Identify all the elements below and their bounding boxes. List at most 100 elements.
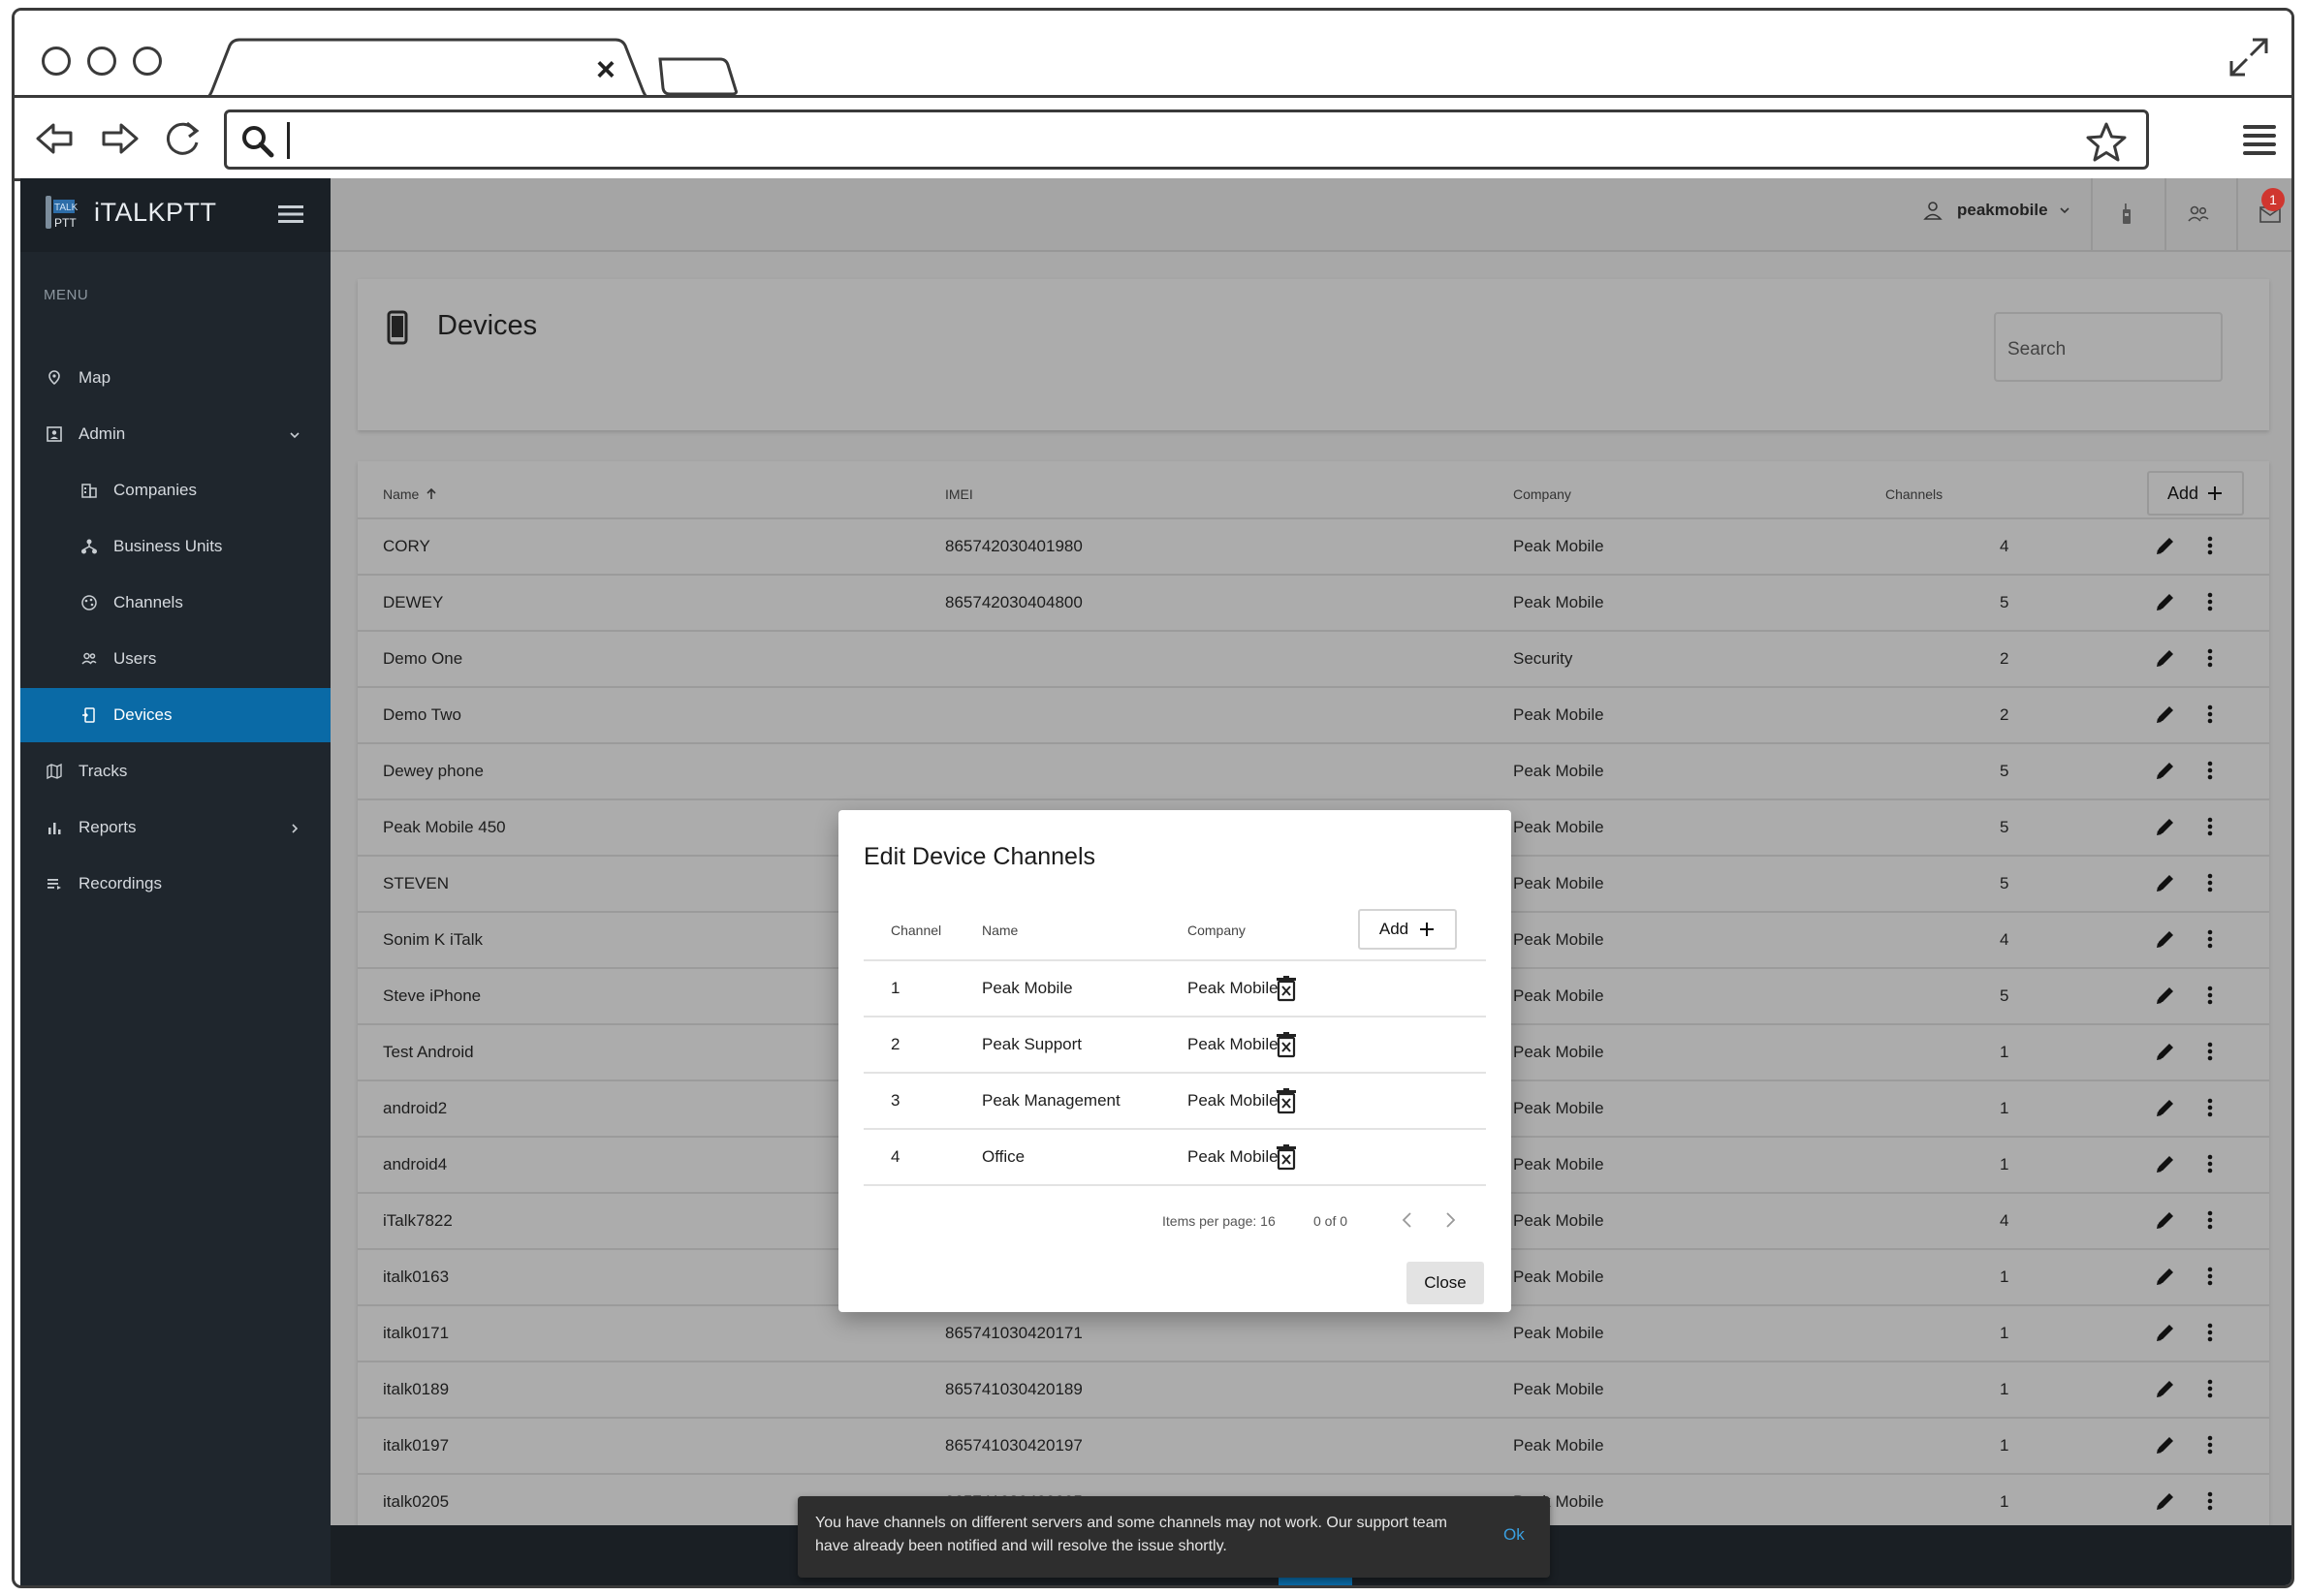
sidebar-toggle-icon[interactable] <box>278 203 303 225</box>
edit-pencil-icon[interactable] <box>2153 1095 2178 1120</box>
more-vertical-icon[interactable] <box>2197 1151 2223 1176</box>
sidebar-item-map[interactable]: Map <box>20 351 331 405</box>
edit-pencil-icon[interactable] <box>2153 758 2178 783</box>
edit-pencil-icon[interactable] <box>2153 1151 2178 1176</box>
admin-icon <box>47 426 62 442</box>
more-vertical-icon[interactable] <box>2197 645 2223 671</box>
user-menu[interactable]: peakmobile <box>1922 200 2071 221</box>
expand-icon[interactable] <box>2227 36 2270 78</box>
reload-icon[interactable] <box>162 117 205 160</box>
table-row[interactable]: Demo Two Peak Mobile 2 <box>358 686 2269 742</box>
edit-pencil-icon[interactable] <box>2153 645 2178 671</box>
sidebar-item-admin[interactable]: Admin <box>20 407 331 461</box>
table-row[interactable]: Dewey phone Peak Mobile 5 <box>358 742 2269 798</box>
table-row[interactable]: italk0171 865741030420171 Peak Mobile 1 <box>358 1304 2269 1361</box>
search-input[interactable]: Search <box>1994 312 2223 382</box>
cell-name: android4 <box>383 1155 448 1174</box>
more-vertical-icon[interactable] <box>2197 1264 2223 1289</box>
sidebar-item-channels[interactable]: Channels <box>20 576 331 630</box>
column-header-name[interactable]: Name <box>383 486 438 502</box>
delete-trash-icon[interactable] <box>1275 975 1298 1002</box>
close-button[interactable]: Close <box>1406 1262 1484 1304</box>
more-vertical-icon[interactable] <box>2197 758 2223 783</box>
sidebar-item-companies[interactable]: Companies <box>20 463 331 517</box>
cell-channels: 1 <box>2000 1267 2009 1286</box>
more-vertical-icon[interactable] <box>2197 1376 2223 1401</box>
new-tab-icon[interactable] <box>656 55 743 98</box>
window-maximize-dot[interactable] <box>133 47 162 76</box>
back-arrow-icon[interactable] <box>34 117 77 160</box>
add-channel-button[interactable]: Add <box>1358 909 1457 950</box>
snackbar-ok-button[interactable]: Ok <box>1503 1525 1525 1545</box>
delete-trash-icon[interactable] <box>1275 1031 1298 1058</box>
more-vertical-icon[interactable] <box>2197 1039 2223 1064</box>
previous-page-icon[interactable] <box>1397 1209 1418 1231</box>
more-vertical-icon[interactable] <box>2197 870 2223 895</box>
table-row[interactable]: italk0189 865741030420189 Peak Mobile 1 <box>358 1361 2269 1417</box>
more-vertical-icon[interactable] <box>2197 814 2223 839</box>
page-header-card: Devices Search <box>358 279 2269 430</box>
edit-pencil-icon[interactable] <box>2153 1264 2178 1289</box>
table-row[interactable]: Demo One Security 2 <box>358 630 2269 686</box>
edit-pencil-icon[interactable] <box>2153 814 2178 839</box>
edit-pencil-icon[interactable] <box>2153 1039 2178 1064</box>
more-vertical-icon[interactable] <box>2197 1432 2223 1457</box>
bookmark-star-icon[interactable] <box>2084 120 2129 165</box>
forward-arrow-icon[interactable] <box>98 117 141 160</box>
sidebar-item-recordings[interactable]: Recordings <box>20 857 331 911</box>
cell-company: Peak Mobile <box>1513 930 1604 949</box>
edit-pencil-icon[interactable] <box>2153 926 2178 952</box>
window-close-dot[interactable] <box>42 47 71 76</box>
table-row[interactable]: italk0197 865741030420197 Peak Mobile 1 <box>358 1417 2269 1473</box>
more-vertical-icon[interactable] <box>2197 533 2223 558</box>
building-icon <box>81 484 97 498</box>
sidebar-item-business-units[interactable]: Business Units <box>20 519 331 574</box>
items-per-page[interactable]: Items per page: 16 <box>1162 1213 1276 1229</box>
cell-name: Steve iPhone <box>383 986 482 1005</box>
next-page-icon[interactable] <box>1439 1209 1461 1231</box>
more-vertical-icon[interactable] <box>2197 926 2223 952</box>
sidebar-item-reports[interactable]: Reports <box>20 800 331 855</box>
delete-trash-icon[interactable] <box>1275 1143 1298 1171</box>
cell-imei: 865742030404800 <box>945 593 1083 611</box>
radio-device-icon[interactable] <box>2114 202 2139 227</box>
channel-row: 1 Peak Mobile Peak Mobile <box>864 959 1486 1016</box>
more-vertical-icon[interactable] <box>2197 1488 2223 1514</box>
edit-pencil-icon[interactable] <box>2153 983 2178 1008</box>
edit-pencil-icon[interactable] <box>2153 870 2178 895</box>
more-vertical-icon[interactable] <box>2197 1207 2223 1233</box>
sidebar-item-devices[interactable]: Devices <box>20 688 331 742</box>
cell-channels: 1 <box>2000 1492 2009 1511</box>
cell-channels: 5 <box>2000 593 2009 611</box>
edit-pencil-icon[interactable] <box>2153 1376 2178 1401</box>
browser-menu-icon[interactable] <box>2239 119 2280 160</box>
divider <box>2236 178 2238 252</box>
sidebar-item-tracks[interactable]: Tracks <box>20 744 331 798</box>
edit-pencil-icon[interactable] <box>2153 1320 2178 1345</box>
delete-trash-icon[interactable] <box>1275 1087 1298 1114</box>
bar-chart-icon <box>48 823 61 834</box>
column-header-channels[interactable]: Channels <box>1885 486 1943 502</box>
more-vertical-icon[interactable] <box>2197 702 2223 727</box>
more-vertical-icon[interactable] <box>2197 1095 2223 1120</box>
edit-pencil-icon[interactable] <box>2153 1207 2178 1233</box>
edit-pencil-icon[interactable] <box>2153 1432 2178 1457</box>
address-bar[interactable] <box>224 110 2149 170</box>
cell-name: Office <box>982 1147 1026 1166</box>
column-header-company[interactable]: Company <box>1513 486 1571 502</box>
sidebar-item-users[interactable]: Users <box>20 632 331 686</box>
column-header-imei[interactable]: IMEI <box>945 486 973 502</box>
edit-pencil-icon[interactable] <box>2153 702 2178 727</box>
table-row[interactable]: CORY 865742030401980 Peak Mobile 4 <box>358 517 2269 574</box>
table-row[interactable]: DEWEY 865742030404800 Peak Mobile 5 <box>358 574 2269 630</box>
more-vertical-icon[interactable] <box>2197 589 2223 614</box>
edit-pencil-icon[interactable] <box>2153 589 2178 614</box>
users-icon[interactable] <box>2186 202 2211 227</box>
tab-close-icon[interactable]: × <box>596 53 616 86</box>
more-vertical-icon[interactable] <box>2197 1320 2223 1345</box>
edit-pencil-icon[interactable] <box>2153 533 2178 558</box>
window-minimize-dot[interactable] <box>87 47 116 76</box>
more-vertical-icon[interactable] <box>2197 983 2223 1008</box>
add-device-button[interactable]: Add <box>2147 471 2244 516</box>
edit-pencil-icon[interactable] <box>2153 1488 2178 1514</box>
